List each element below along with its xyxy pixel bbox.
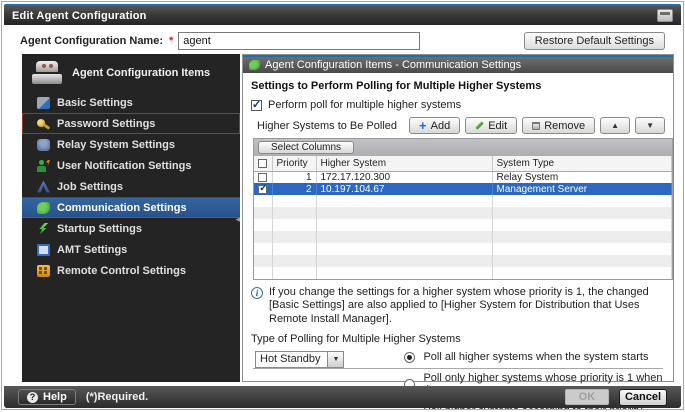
- higher-systems-label: Higher Systems to Be Polled: [257, 120, 397, 132]
- table-header-row: Priority Higher System System Type: [254, 156, 672, 171]
- required-note: (*)Required.: [86, 391, 148, 403]
- table-row[interactable]: 1 172.17.120.300 Relay System: [254, 171, 672, 183]
- sidebar-item-label: Startup Settings: [57, 223, 142, 235]
- dropdown-arrow-icon[interactable]: ▼: [327, 352, 343, 367]
- name-row: Agent Configuration Name: * Restore Defa…: [4, 29, 681, 53]
- sidebar-item-label: Basic Settings: [57, 97, 133, 109]
- sidebar-header: Agent Configuration Items: [22, 54, 240, 92]
- sidebar-item-password-settings[interactable]: Password Settings: [22, 113, 240, 134]
- info-icon: i: [251, 287, 263, 299]
- empty-row: [254, 243, 672, 255]
- agent-machine-icon: [32, 61, 62, 84]
- required-asterisk: *: [169, 35, 173, 47]
- panel-body: Settings to Perform Polling for Multiple…: [243, 73, 673, 381]
- dropdown-value: Hot Standby: [256, 352, 327, 367]
- empty-row: [254, 219, 672, 231]
- password-key-icon: [37, 118, 50, 130]
- sidebar-item-job-settings[interactable]: Job Settings: [22, 176, 240, 197]
- relay-system-icon: [37, 139, 50, 151]
- dialog-title: Edit Agent Configuration: [12, 10, 147, 22]
- empty-row: [254, 255, 672, 267]
- startup-bolt-icon: [37, 223, 50, 235]
- sidebar-item-label: Remote Control Settings: [57, 265, 186, 277]
- higher-systems-table: Select Columns Priority Higher System Sy…: [253, 138, 673, 280]
- restore-default-settings-button[interactable]: Restore Default Settings: [524, 32, 665, 50]
- empty-row: [254, 195, 672, 207]
- title-bar: Edit Agent Configuration: [4, 4, 681, 25]
- sidebar-collapse-icon[interactable]: ◂: [235, 214, 240, 225]
- panel-header-title: Agent Configuration Items - Communicatio…: [265, 59, 521, 71]
- sidebar-item-user-notification-settings[interactable]: User Notification Settings: [22, 155, 240, 176]
- communication-icon: [249, 60, 260, 70]
- table-toolbar: Select Columns: [254, 139, 672, 156]
- sidebar-item-startup-settings[interactable]: Startup Settings: [22, 218, 240, 239]
- agent-configuration-name-label: Agent Configuration Name:: [20, 35, 163, 47]
- sidebar-item-amt-settings[interactable]: AMT Settings: [22, 239, 240, 260]
- perform-poll-checkbox[interactable]: [251, 100, 262, 111]
- remote-control-icon: [37, 265, 50, 277]
- sidebar-item-label: AMT Settings: [57, 244, 127, 256]
- table-button-group: + Add Edit Remove ▲ ▼: [409, 117, 667, 134]
- help-icon: ?: [27, 392, 38, 403]
- info-row: i If you change the settings for a highe…: [251, 286, 671, 326]
- polling-type-label: Type of Polling for Multiple Higher Syst…: [251, 333, 667, 345]
- sidebar-item-remote-control-settings[interactable]: Remote Control Settings: [22, 260, 240, 281]
- up-arrow-icon: ▲: [611, 121, 619, 130]
- sidebar-item-label: Password Settings: [57, 118, 155, 130]
- table-row-selected[interactable]: 2 10.197.104.67 Management Server: [254, 183, 672, 195]
- panel-separator: [253, 368, 663, 369]
- cancel-button[interactable]: Cancel: [619, 389, 667, 406]
- window-restore-icon[interactable]: [657, 9, 673, 22]
- sidebar-item-label: User Notification Settings: [57, 160, 191, 172]
- radio-option-poll-all[interactable]: Poll all higher systems when the system …: [404, 351, 667, 363]
- basic-settings-icon: [37, 97, 50, 109]
- amt-monitor-icon: [37, 244, 50, 256]
- section-title: Settings to Perform Polling for Multiple…: [251, 80, 667, 92]
- edit-button[interactable]: Edit: [465, 117, 517, 134]
- add-button[interactable]: + Add: [409, 117, 460, 134]
- panel-header: Agent Configuration Items - Communicatio…: [243, 55, 673, 73]
- down-arrow-icon: ▼: [646, 121, 654, 130]
- select-all-checkbox[interactable]: [258, 159, 267, 168]
- help-button[interactable]: ? Help: [18, 389, 76, 405]
- communication-icon: [37, 202, 50, 214]
- info-text: If you change the settings for a higher …: [269, 286, 671, 326]
- plus-icon: +: [419, 121, 427, 131]
- move-up-button[interactable]: ▲: [600, 117, 630, 134]
- pencil-icon: [475, 121, 483, 129]
- perform-poll-row: Perform poll for multiple higher systems: [251, 99, 667, 111]
- communication-settings-panel: Agent Configuration Items - Communicatio…: [242, 54, 674, 382]
- select-columns-button[interactable]: Select Columns: [258, 141, 354, 154]
- edit-agent-configuration-dialog: Edit Agent Configuration Agent Configura…: [1, 1, 684, 410]
- sidebar-item-label: Communication Settings: [57, 202, 187, 214]
- agent-configuration-name-input[interactable]: [178, 32, 420, 50]
- column-header-higher-system[interactable]: Higher System: [316, 156, 492, 171]
- user-notification-icon: [37, 160, 50, 172]
- row-checkbox[interactable]: [258, 185, 267, 194]
- sidebar-title: Agent Configuration Items: [72, 67, 210, 79]
- ok-button[interactable]: OK: [565, 389, 609, 405]
- footer-bar: ? Help (*)Required. OK Cancel: [4, 386, 681, 408]
- sidebar-item-basic-settings[interactable]: Basic Settings: [22, 92, 240, 113]
- empty-row: [254, 207, 672, 219]
- empty-row: [254, 267, 672, 279]
- perform-poll-label: Perform poll for multiple higher systems: [268, 99, 461, 111]
- sidebar-item-label: Relay System Settings: [57, 139, 175, 151]
- row-checkbox[interactable]: [258, 173, 267, 182]
- empty-row: [254, 231, 672, 243]
- move-down-button[interactable]: ▼: [635, 117, 665, 134]
- sidebar-item-label: Job Settings: [57, 181, 123, 193]
- remove-button[interactable]: Remove: [522, 117, 595, 134]
- radio-icon[interactable]: [404, 352, 415, 363]
- column-header-system-type[interactable]: System Type: [492, 156, 672, 171]
- configuration-items-sidebar: Agent Configuration Items Basic Settings…: [22, 54, 240, 382]
- job-settings-icon: [37, 181, 50, 193]
- sidebar-item-communication-settings[interactable]: Communication Settings: [22, 197, 240, 218]
- higher-systems-row: Higher Systems to Be Polled + Add Edit R…: [257, 117, 667, 134]
- column-header-priority[interactable]: Priority: [272, 156, 316, 171]
- sidebar-item-relay-system-settings[interactable]: Relay System Settings: [22, 134, 240, 155]
- trash-icon: [532, 122, 540, 130]
- polling-type-dropdown[interactable]: Hot Standby ▼: [255, 351, 344, 368]
